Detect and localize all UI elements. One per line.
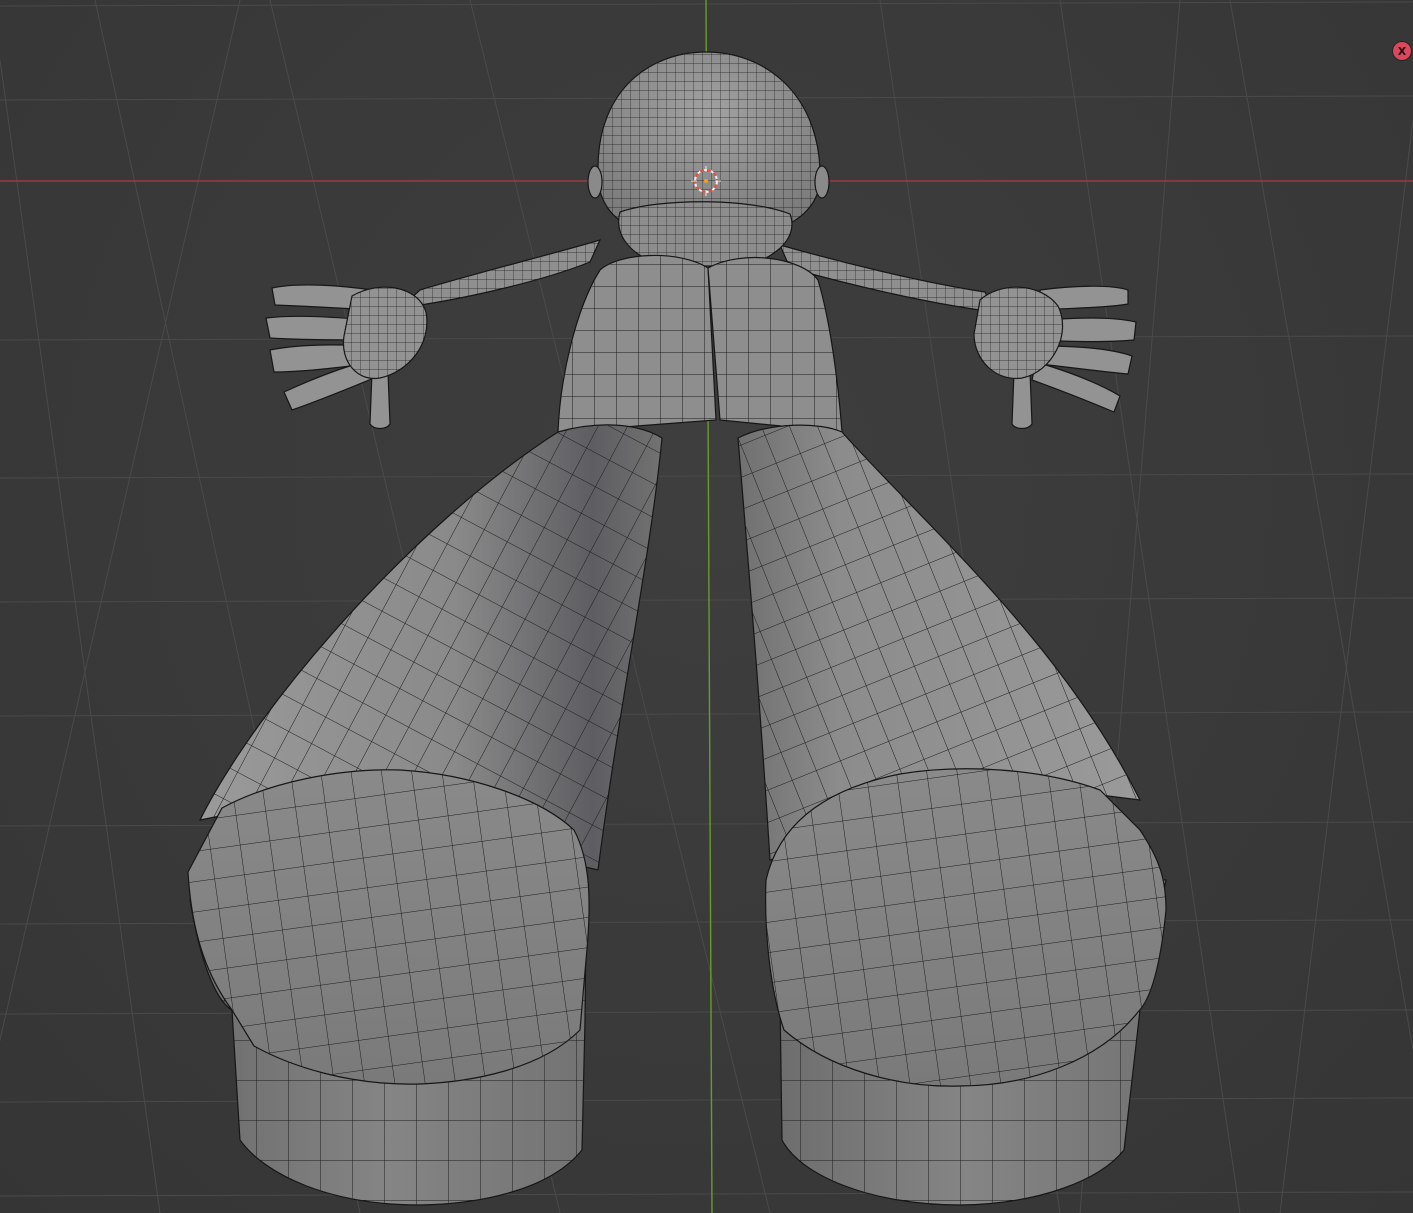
3d-viewport[interactable]: X <box>0 0 1413 1213</box>
right-ear <box>814 165 830 199</box>
character-mesh[interactable] <box>187 51 1167 1206</box>
right-hand[interactable] <box>973 285 1137 430</box>
gizmo-x-label: X <box>1397 44 1407 58</box>
viewport-canvas[interactable] <box>0 0 1413 1213</box>
gizmo-x-axis-icon[interactable]: X <box>1393 42 1411 60</box>
left-ear <box>587 165 603 199</box>
left-hand[interactable] <box>265 284 428 430</box>
